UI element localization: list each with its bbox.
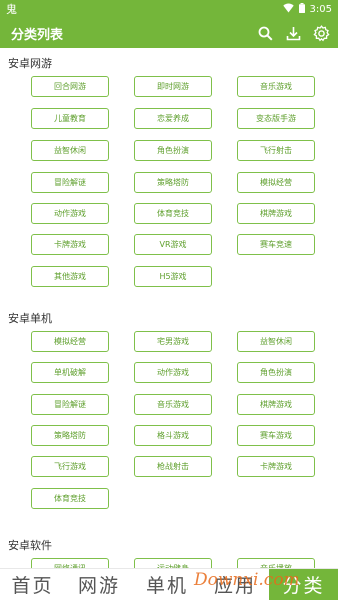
category-tag[interactable]: 棋牌游戏: [237, 203, 315, 224]
category-tag[interactable]: 冒险解谜: [31, 394, 109, 415]
search-icon[interactable]: [257, 25, 274, 42]
wifi-icon: [282, 3, 294, 16]
category-tag[interactable]: 音乐播放: [237, 558, 315, 568]
category-tag[interactable]: 音乐游戏: [134, 394, 212, 415]
section-title-software: 安卓软件: [8, 539, 52, 552]
category-tag[interactable]: 变态版手游: [237, 108, 315, 129]
category-tag[interactable]: 即时网游: [134, 76, 212, 97]
category-tag[interactable]: 宅男游戏: [134, 331, 212, 352]
category-tag[interactable]: 单机破解: [31, 362, 109, 383]
category-tag[interactable]: 角色扮演: [134, 140, 212, 161]
nav-online-games[interactable]: 网游: [65, 569, 133, 600]
status-time: 3:05: [309, 3, 332, 15]
category-tag[interactable]: 儿童教育: [31, 108, 109, 129]
category-tag[interactable]: 动作游戏: [134, 362, 212, 383]
category-tag[interactable]: 卡牌游戏: [31, 234, 109, 255]
category-tag[interactable]: 角色扮演: [237, 362, 315, 383]
category-tag[interactable]: 体育竞技: [134, 203, 212, 224]
category-tag[interactable]: 益智休闲: [237, 331, 315, 352]
category-tag[interactable]: 冒险解谜: [31, 172, 109, 193]
section-title-standalone-games: 安卓单机: [8, 312, 52, 325]
category-tag[interactable]: H5游戏: [134, 266, 212, 287]
settings-icon[interactable]: [313, 24, 330, 42]
category-tag[interactable]: 回合网游: [31, 76, 109, 97]
category-tag[interactable]: 赛车竞速: [237, 234, 315, 255]
category-tag[interactable]: VR游戏: [134, 234, 212, 255]
page-title: 分类列表: [11, 27, 64, 43]
category-tag[interactable]: 恋爱养成: [134, 108, 212, 129]
category-tag[interactable]: 棋牌游戏: [237, 394, 315, 415]
category-tag[interactable]: 体育竞技: [31, 488, 109, 509]
category-tag[interactable]: 其他游戏: [31, 266, 109, 287]
category-tag[interactable]: 飞行射击: [237, 140, 315, 161]
status-notification-glyph: 鬼: [6, 3, 17, 16]
status-bar: 鬼 3:05: [0, 0, 338, 18]
category-tag[interactable]: 策略塔防: [31, 425, 109, 446]
app-bar: 分类列表: [0, 18, 338, 48]
category-tag[interactable]: 格斗游戏: [134, 425, 212, 446]
nav-standalone-games[interactable]: 单机: [133, 569, 201, 600]
download-icon[interactable]: [285, 25, 302, 42]
category-tag[interactable]: 益智休闲: [31, 140, 109, 161]
section-title-online-games: 安卓网游: [8, 57, 52, 70]
category-tag[interactable]: 枪战射击: [134, 456, 212, 477]
watermark-logo: Downxi.com: [194, 570, 300, 590]
category-tag[interactable]: 运动健身: [134, 558, 212, 568]
category-list[interactable]: 安卓网游 回合网游 即时网游 音乐游戏 儿童教育 恋爱养成 变态版手游 益智休闲…: [0, 48, 338, 568]
status-indicators: 3:05: [282, 2, 332, 16]
category-tag[interactable]: 赛车游戏: [237, 425, 315, 446]
category-tag[interactable]: 模拟经营: [237, 172, 315, 193]
category-tag[interactable]: 卡牌游戏: [237, 456, 315, 477]
category-tag[interactable]: 飞行游戏: [31, 456, 109, 477]
battery-icon: [298, 2, 305, 16]
nav-home[interactable]: 首页: [0, 569, 65, 600]
category-tag[interactable]: 音乐游戏: [237, 76, 315, 97]
category-tag[interactable]: 网络通讯: [31, 558, 109, 568]
app-bar-actions: [257, 24, 330, 42]
category-tag[interactable]: 策略塔防: [134, 172, 212, 193]
category-tag[interactable]: 动作游戏: [31, 203, 109, 224]
category-tag[interactable]: 模拟经营: [31, 331, 109, 352]
